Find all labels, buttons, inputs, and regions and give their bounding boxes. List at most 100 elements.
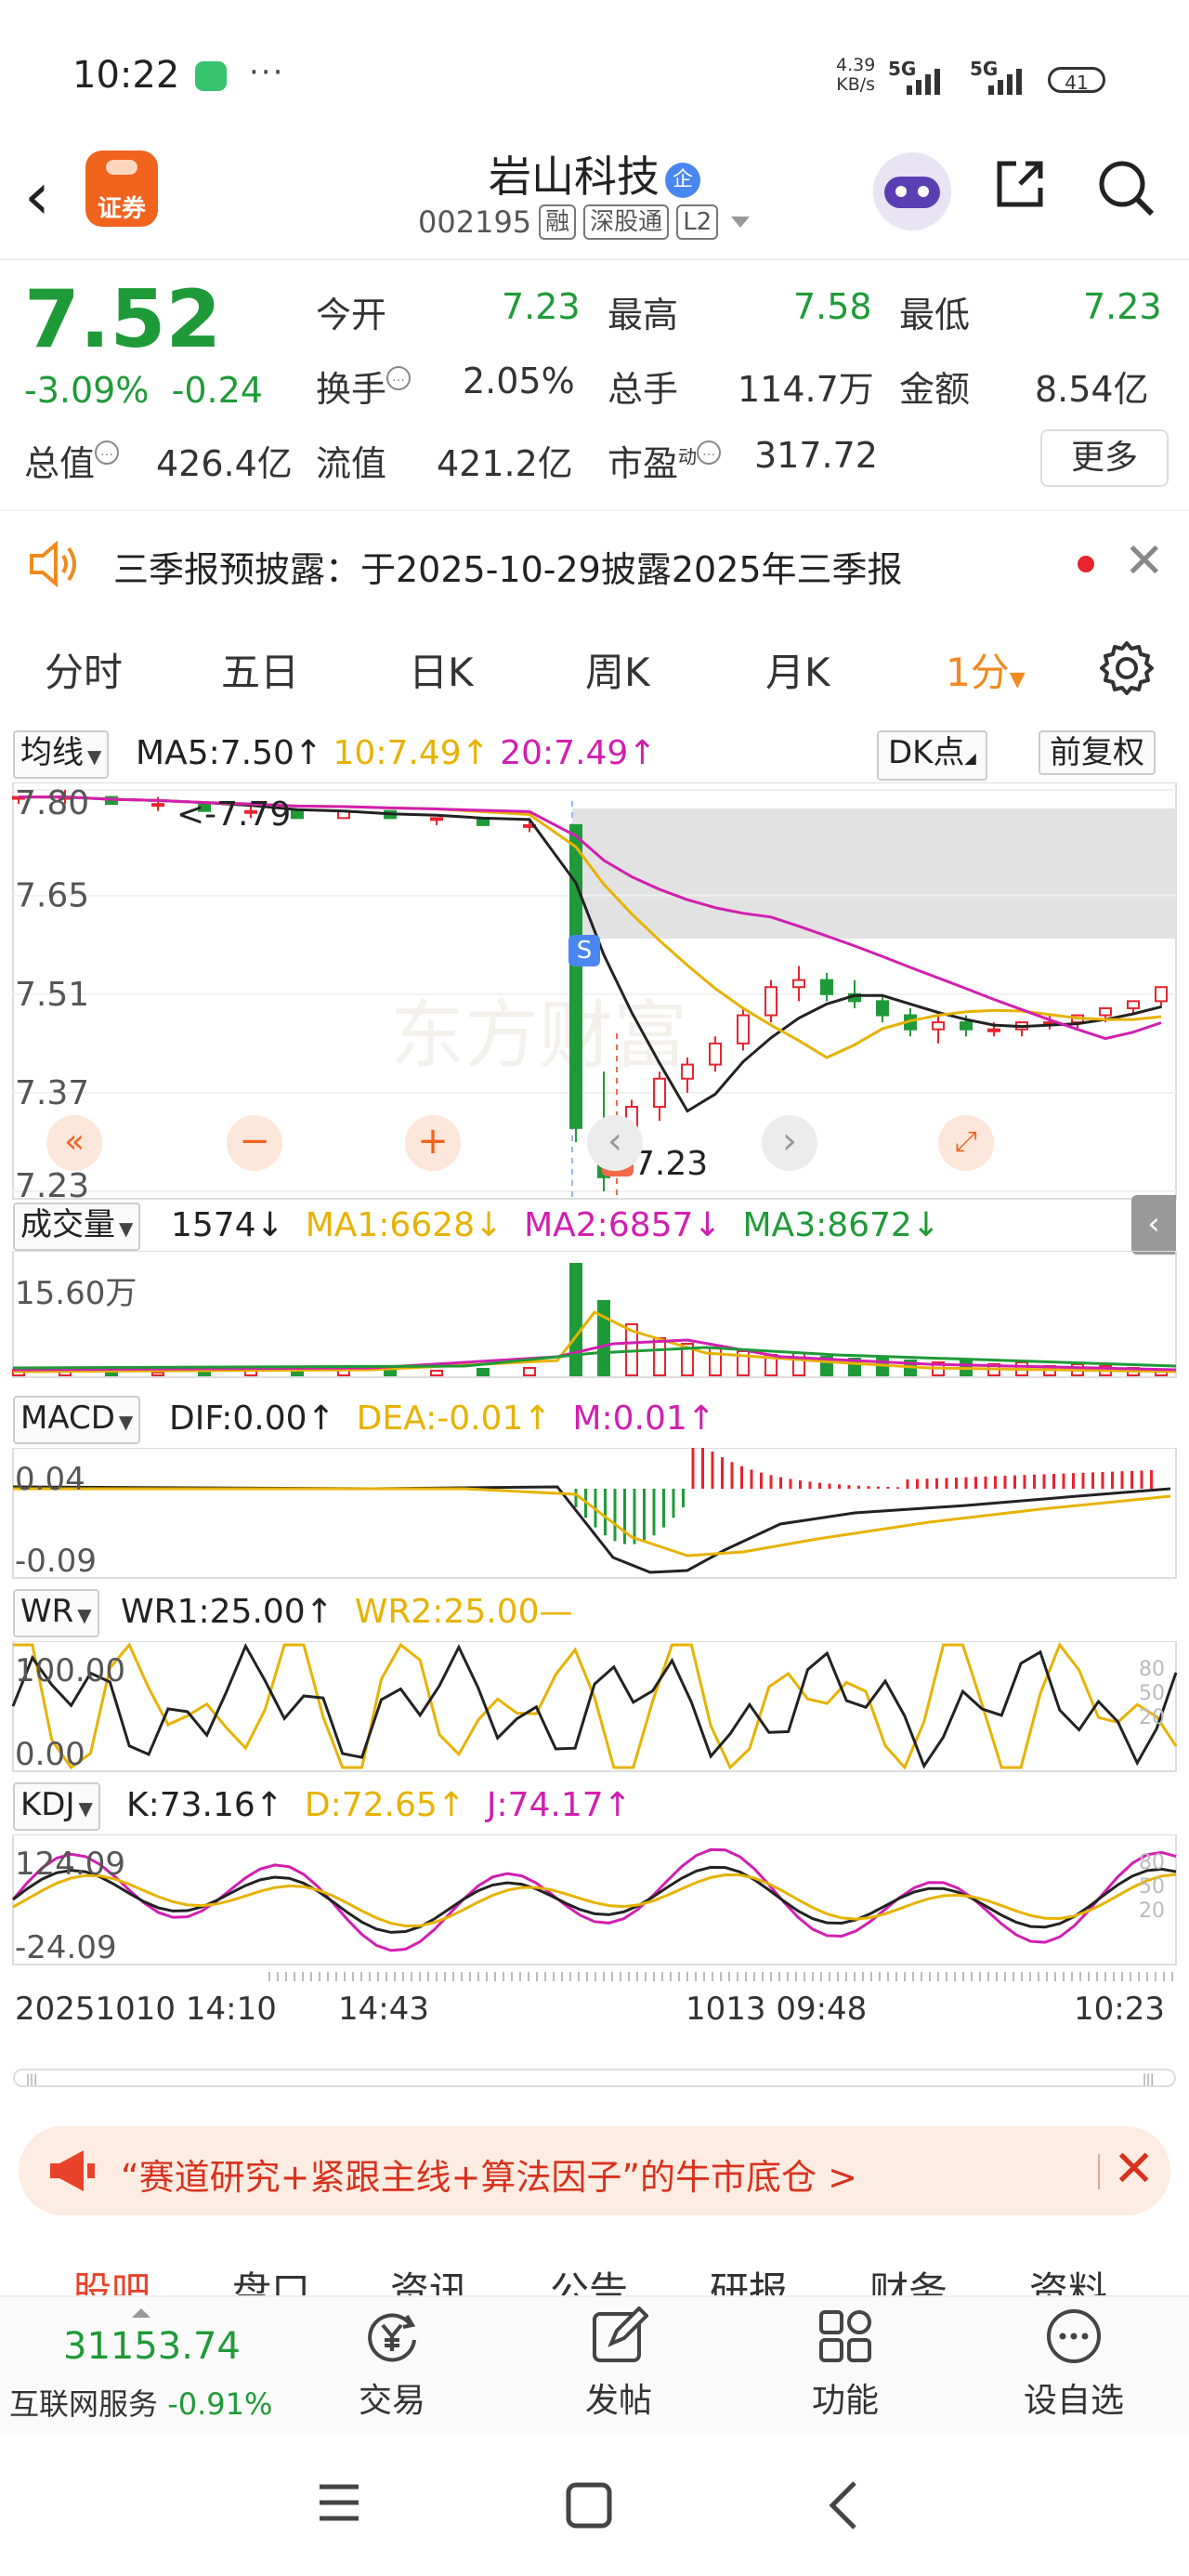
scroll-left-button[interactable]: « bbox=[46, 1115, 102, 1171]
yen-exchange-icon bbox=[368, 2313, 416, 2362]
volume-label: 总手 bbox=[608, 369, 679, 410]
section-tabs: 股吧 盘口 资讯 公告 研报 财务 资料 bbox=[0, 2240, 1189, 2295]
candle-body bbox=[987, 1028, 1000, 1032]
nav-add-watchlist-label: 设自选 bbox=[1023, 2382, 1124, 2420]
status-time: 10:22 bbox=[72, 54, 180, 97]
ai-assistant-icon[interactable] bbox=[873, 152, 951, 230]
zoom-out-button[interactable]: − bbox=[227, 1115, 282, 1171]
up-arrow-icon: ↑ bbox=[305, 1593, 333, 1631]
macd-chart[interactable] bbox=[0, 1448, 1189, 1582]
robot-face bbox=[884, 177, 940, 208]
sector-index[interactable]: 互联网服务 -0.91% bbox=[9, 2381, 272, 2424]
scroll-handle-left[interactable]: ||| bbox=[26, 2072, 37, 2085]
close-icon[interactable]: ✕ bbox=[1124, 533, 1165, 589]
more-button[interactable]: 更多 bbox=[1040, 429, 1169, 487]
home-icon[interactable] bbox=[565, 2481, 613, 2530]
kdj-selector[interactable]: KDJ ▼ bbox=[13, 1782, 100, 1831]
tab-finance[interactable]: 财务 bbox=[869, 2260, 947, 2295]
next-button[interactable]: › bbox=[762, 1115, 817, 1171]
float-label: 流值 bbox=[316, 443, 387, 484]
search-icon[interactable] bbox=[1096, 158, 1156, 217]
tab-announcements[interactable]: 公告 bbox=[550, 2260, 628, 2295]
tab-order-book[interactable]: 盘口 bbox=[232, 2260, 310, 2295]
candle-body bbox=[709, 1042, 722, 1066]
info-icon[interactable]: … bbox=[386, 366, 412, 390]
wr2-value: WR2:25.00 bbox=[354, 1593, 540, 1631]
notice-bar[interactable]: 三季报预披露：于2025-10-29披露2025年三季报 ✕ bbox=[0, 509, 1189, 617]
menu-icon[interactable] bbox=[316, 2481, 362, 2524]
tab-monthly[interactable]: 月K bbox=[765, 641, 830, 698]
nav-post-label: 发帖 bbox=[584, 2382, 652, 2420]
candle-body bbox=[764, 986, 777, 1017]
candle-body bbox=[653, 1077, 666, 1109]
tab-1min[interactable]: 1分▼ bbox=[946, 641, 1026, 698]
tag-connect: 深股通 bbox=[583, 204, 670, 240]
zoom-in-button[interactable]: + bbox=[405, 1115, 461, 1171]
gear-icon[interactable] bbox=[1098, 639, 1156, 697]
tab-daily[interactable]: 日K bbox=[409, 641, 474, 698]
tab-news[interactable]: 资讯 bbox=[390, 2260, 468, 2295]
volume-selector[interactable]: 成交量 ▼ bbox=[13, 1203, 141, 1251]
enterprise-badge-icon: 企 bbox=[665, 162, 700, 198]
tab-intraday[interactable]: 分时 bbox=[45, 641, 123, 698]
wr-chart[interactable] bbox=[0, 1641, 1189, 1775]
volume-chart[interactable] bbox=[0, 1251, 1189, 1381]
kdj-chart[interactable] bbox=[0, 1834, 1189, 1968]
tab-weekly[interactable]: 周K bbox=[585, 641, 650, 698]
chart-area: 均线 ▼ MA5:7.50↑ 10:7.49↑ 20:7.49↑ DK点◢ 前复权… bbox=[0, 721, 1189, 2078]
nav-functions[interactable]: 功能 bbox=[780, 2307, 910, 2422]
macd-selector[interactable]: MACD ▼ bbox=[13, 1396, 141, 1444]
low-value: 7.23 bbox=[1083, 286, 1162, 327]
expand-up-icon[interactable] bbox=[132, 2308, 150, 2318]
candle-body bbox=[151, 803, 164, 808]
candle-body bbox=[430, 817, 443, 821]
chart-scrollbar[interactable]: ||| ||| bbox=[13, 2069, 1176, 2087]
stock-header: ‹ 证券 岩山科技企 002195 融 深股通 L2 bbox=[0, 139, 1189, 258]
wr-selector[interactable]: WR ▼ bbox=[13, 1589, 99, 1637]
prev-button[interactable]: ‹ bbox=[587, 1115, 643, 1171]
close-icon[interactable]: ✕ bbox=[1113, 2139, 1155, 2198]
ma-legend-row: 均线 ▼ MA5:7.50↑ 10:7.49↑ 20:7.49↑ DK点◢ 前复权 bbox=[0, 730, 1189, 781]
wr1-value: WR1:25.00 bbox=[121, 1593, 306, 1631]
candle-body bbox=[681, 1063, 694, 1080]
dk-point-toggle[interactable]: DK点◢ bbox=[877, 730, 987, 781]
nav-trade[interactable]: 交易 bbox=[327, 2307, 457, 2422]
mcap-label: 总值… bbox=[24, 435, 120, 486]
amount-label: 金额 bbox=[899, 369, 971, 410]
chat-notification-icon bbox=[195, 61, 227, 91]
fullscreen-button[interactable]: ⤢ bbox=[938, 1115, 994, 1171]
macd-dea-line bbox=[13, 1487, 1171, 1557]
stock-subtitle[interactable]: 002195 融 深股通 L2 bbox=[418, 204, 751, 240]
sector-index-value[interactable]: 31153.74 bbox=[63, 2325, 241, 2368]
ma5-value: MA5:7.50 bbox=[136, 734, 294, 772]
wr1-line bbox=[11, 1643, 1178, 1769]
kdj-selector-label: KDJ bbox=[20, 1786, 75, 1823]
tab-research[interactable]: 研报 bbox=[710, 2260, 788, 2295]
promo-banner[interactable]: “赛道研究+紧跟主线+算法因子”的牛市底仓 > ✕ bbox=[19, 2126, 1170, 2215]
ma-selector[interactable]: 均线 ▼ bbox=[13, 730, 110, 779]
tab-1min-label: 1分 bbox=[946, 650, 1010, 695]
info-icon[interactable]: … bbox=[697, 440, 722, 465]
corner-arrow-icon: ◢ bbox=[964, 749, 976, 767]
down-arrow-icon: ↓ bbox=[911, 1206, 941, 1244]
share-icon[interactable] bbox=[992, 156, 1048, 212]
tab-profile[interactable]: 资料 bbox=[1029, 2260, 1107, 2295]
up-arrow-icon: ↑ bbox=[461, 734, 490, 772]
sell-marker[interactable]: S bbox=[568, 935, 600, 966]
nav-add-watchlist[interactable]: 设自选 bbox=[1009, 2307, 1139, 2422]
tab-five-day[interactable]: 五日 bbox=[221, 641, 299, 698]
tick: 80 bbox=[1139, 1851, 1165, 1874]
scroll-handle-right[interactable]: ||| bbox=[1143, 2072, 1154, 2085]
volume-bar bbox=[709, 1347, 722, 1376]
up-arrow-icon: ↑ bbox=[603, 1786, 632, 1824]
ma10-value: 10:7.49 bbox=[333, 734, 462, 772]
ma-selector-label: 均线 bbox=[20, 734, 84, 771]
dropdown-icon: ▼ bbox=[118, 1411, 134, 1433]
collapse-panel-icon[interactable]: ‹ bbox=[1131, 1195, 1176, 1255]
tab-forum[interactable]: 股吧 bbox=[72, 2260, 150, 2295]
info-icon[interactable]: … bbox=[95, 440, 120, 465]
speed-value: 4.39 bbox=[836, 55, 876, 75]
back-icon[interactable] bbox=[825, 2479, 862, 2531]
adjust-toggle[interactable]: 前复权 bbox=[1039, 730, 1156, 775]
nav-post[interactable]: 发帖 bbox=[554, 2307, 684, 2422]
